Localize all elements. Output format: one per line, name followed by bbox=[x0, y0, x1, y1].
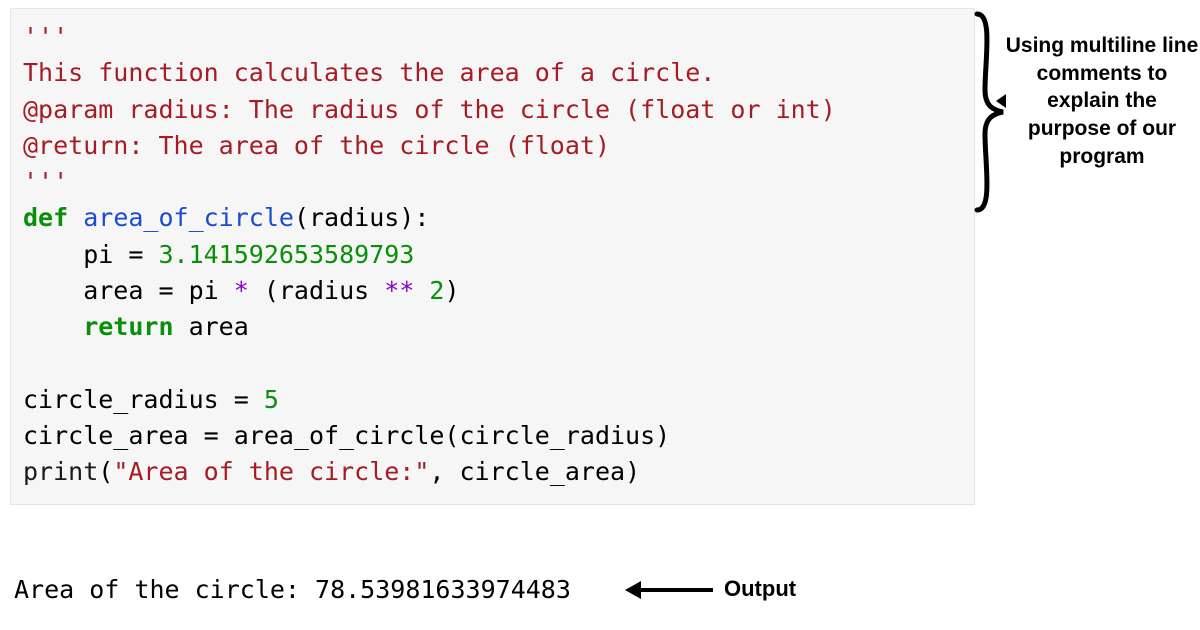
docstring-line-2: @param radius: The radius of the circle … bbox=[23, 95, 836, 124]
annotation-note: Using multiline line comments to explain… bbox=[1004, 32, 1200, 171]
radius-value: 5 bbox=[264, 385, 279, 414]
print-keyword: print bbox=[23, 457, 98, 486]
assign-pi-lhs: pi = bbox=[23, 240, 158, 269]
op-pow: ** bbox=[384, 276, 414, 305]
area-mid: (radius bbox=[249, 276, 384, 305]
output-label: Output bbox=[724, 576, 796, 602]
note-arrow-icon bbox=[996, 94, 1006, 108]
program-output: Area of the circle: 78.53981633974483 bbox=[14, 575, 571, 604]
docstring-close: ''' bbox=[23, 167, 68, 196]
code-content: ''' This function calculates the area of… bbox=[23, 19, 962, 490]
docstring-line-3: @return: The area of the circle (float) bbox=[23, 131, 610, 160]
output-arrow-icon bbox=[625, 581, 713, 599]
func-name: area_of_circle bbox=[83, 203, 294, 232]
op-mul: * bbox=[234, 276, 249, 305]
print-rest: , circle_area) bbox=[429, 457, 640, 486]
area-close: ) bbox=[444, 276, 459, 305]
return-expr: area bbox=[174, 312, 249, 341]
print-string: "Area of the circle:" bbox=[113, 457, 429, 486]
def-keyword: def bbox=[23, 203, 68, 232]
curly-brace-icon bbox=[973, 10, 1007, 214]
code-block: ''' This function calculates the area of… bbox=[10, 8, 975, 505]
annotation-text: Using multiline line comments to explain… bbox=[1006, 34, 1199, 168]
docstring-line-1: This function calculates the area of a c… bbox=[23, 58, 715, 87]
exp-value: 2 bbox=[429, 276, 444, 305]
call-line: circle_area = area_of_circle(circle_radi… bbox=[23, 421, 670, 450]
pi-value: 3.141592653589793 bbox=[158, 240, 414, 269]
func-params: (radius): bbox=[294, 203, 429, 232]
return-keyword: return bbox=[23, 312, 174, 341]
print-open: ( bbox=[98, 457, 113, 486]
assign-area-lhs: area = pi bbox=[23, 276, 234, 305]
docstring-open: ''' bbox=[23, 22, 68, 51]
assign-radius-lhs: circle_radius = bbox=[23, 385, 264, 414]
